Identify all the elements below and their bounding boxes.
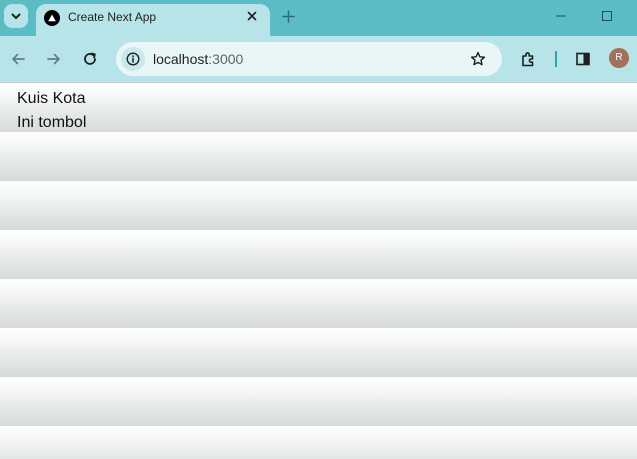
tab-strip: Create Next App xyxy=(0,0,637,36)
url-text[interactable]: localhost:3000 xyxy=(153,51,243,67)
extensions-button[interactable] xyxy=(518,48,540,70)
browser-toolbar: localhost:3000 R xyxy=(0,36,637,82)
bookmark-button[interactable] xyxy=(469,50,487,68)
side-panel-icon xyxy=(576,52,590,66)
minimize-window-button[interactable] xyxy=(552,7,570,25)
profile-avatar[interactable]: R xyxy=(609,48,629,68)
tab-title: Create Next App xyxy=(68,10,157,24)
active-tab[interactable]: Create Next App xyxy=(36,4,270,36)
minimize-icon xyxy=(556,15,566,17)
url-host: localhost xyxy=(153,51,209,67)
nextjs-triangle-icon xyxy=(44,10,60,26)
forward-button[interactable] xyxy=(43,48,65,70)
toolbar-divider xyxy=(555,51,557,67)
back-button[interactable] xyxy=(7,48,29,70)
arrow-left-icon xyxy=(12,53,25,65)
star-icon xyxy=(470,51,486,66)
page-viewport: Kuis Kota Ini tombol xyxy=(0,82,637,459)
plus-icon xyxy=(281,9,295,23)
close-tab-button[interactable] xyxy=(244,8,260,24)
reload-icon xyxy=(84,52,96,65)
url-port: :3000 xyxy=(208,51,244,67)
maximize-window-button[interactable] xyxy=(598,7,616,25)
button-text[interactable]: Ini tombol xyxy=(17,111,86,135)
page-content: Kuis Kota Ini tombol xyxy=(17,87,86,135)
chevron-down-icon xyxy=(11,13,21,19)
maximize-icon xyxy=(602,11,612,21)
side-panel-button[interactable] xyxy=(572,48,594,70)
tab-search-button[interactable] xyxy=(4,4,28,28)
puzzle-icon xyxy=(522,52,534,67)
quiz-title: Kuis Kota xyxy=(17,90,86,107)
address-bar[interactable]: localhost:3000 xyxy=(116,42,502,76)
info-icon xyxy=(126,52,140,66)
close-icon xyxy=(247,11,257,21)
reload-button[interactable] xyxy=(79,48,101,70)
site-info-button[interactable] xyxy=(121,47,145,71)
new-tab-button[interactable] xyxy=(279,7,297,25)
arrow-right-icon xyxy=(47,53,60,65)
